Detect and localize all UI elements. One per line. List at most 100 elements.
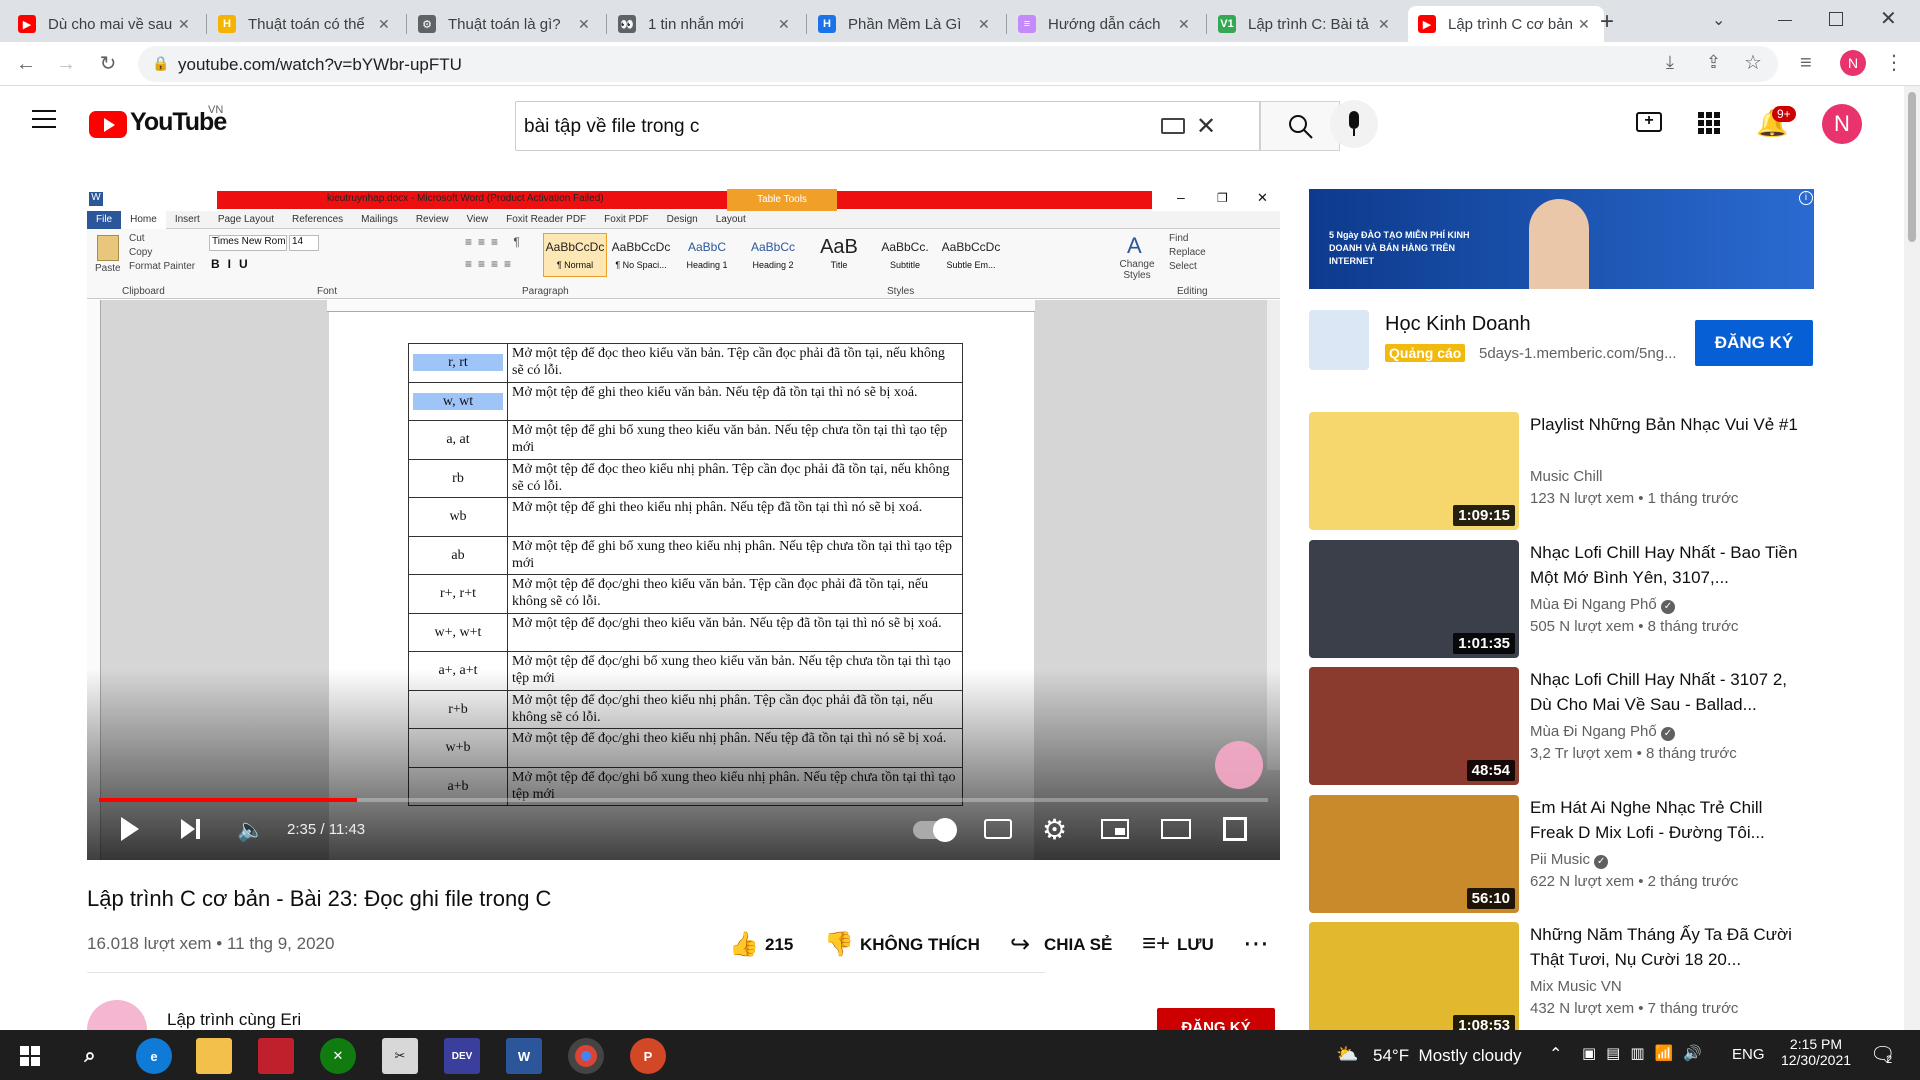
browser-tab[interactable]: ≡ Hướng dẫn cách ✕ [1008,6,1204,42]
hamburger-menu-icon[interactable] [32,110,56,128]
search-button[interactable] [1260,101,1340,151]
reading-list-icon[interactable]: ≡ [1800,52,1812,75]
clock[interactable]: 2:15 PM 12/30/2021 [1776,1036,1856,1068]
keyboard-icon[interactable] [1161,118,1185,134]
search-input[interactable]: bài tập về file trong c [524,116,699,138]
share-icon[interactable]: ⇪ [1706,52,1721,73]
recommended-video-title[interactable]: Nhạc Lofi Chill Hay Nhất - Bao Tiền Một … [1530,540,1810,590]
settings-gear-icon[interactable]: ⚙ [1042,813,1067,846]
file-explorer-icon[interactable] [196,1038,232,1074]
dev-cpp-icon[interactable]: DEV [444,1038,480,1074]
tab-close-icon[interactable]: ✕ [1378,16,1394,33]
back-icon[interactable]: ← [14,52,38,76]
account-avatar[interactable]: N [1822,104,1862,144]
xbox-icon[interactable]: ✕ [320,1038,356,1074]
volume-icon[interactable]: 🔈 [237,817,264,843]
tab-close-icon[interactable]: ✕ [178,16,194,33]
dislike-button[interactable]: KHÔNG THÍCH [860,935,980,955]
word-taskbar-icon[interactable]: W [506,1038,542,1074]
chrome-menu-icon[interactable]: ⋮ [1884,50,1904,75]
ad-title[interactable]: Học Kinh Doanh [1385,313,1531,336]
new-tab-button[interactable]: + [1600,8,1614,36]
tab-close-icon[interactable]: ✕ [978,16,994,33]
tray-icons[interactable]: ▣▤▥📶🔊 [1582,1044,1712,1062]
address-bar[interactable]: 🔒 youtube.com/watch?v=bYWbr-upFTU ⤓ ⇪ ☆ [138,46,1778,82]
share-button[interactable]: CHIA SẺ [1044,935,1112,955]
recommended-channel[interactable]: Pii Music ✓ [1530,851,1609,869]
ad-url[interactable]: 5days-1.memberic.com/5ng... [1479,345,1677,362]
autoplay-toggle[interactable] [913,818,957,842]
weather-icon[interactable]: ⛅ [1336,1044,1358,1065]
video-thumbnail[interactable]: 1:08:53 [1309,922,1519,1040]
save-button[interactable]: LƯU [1177,935,1214,955]
reload-icon[interactable]: ↻ [96,52,120,76]
recommended-video[interactable]: 48:54 Nhạc Lofi Chill Hay Nhất - 3107 2, … [1309,667,1819,785]
more-actions-icon[interactable]: ⋯ [1243,928,1269,959]
voice-search-button[interactable] [1330,100,1378,148]
chrome-taskbar-icon[interactable] [568,1038,604,1074]
recommended-video-title[interactable]: Những Năm Tháng Ấy Ta Đã Cười Thật Tươi,… [1530,922,1810,972]
search-taskbar-icon[interactable]: ⌕ [72,1038,108,1074]
play-icon[interactable] [121,817,139,841]
miniplayer-icon[interactable] [1101,819,1129,839]
browser-tab[interactable]: ⚙ Thuật toán là gì? ✕ [408,6,604,42]
like-icon[interactable]: 👍 [729,930,759,959]
video-player[interactable]: W kieutruynhap.docx - Microsoft Word (Pr… [87,189,1280,860]
video-thumbnail[interactable]: 1:01:35 [1309,539,1519,658]
fullscreen-icon[interactable] [1223,817,1247,841]
theater-mode-icon[interactable] [1161,819,1191,839]
progress-bar[interactable] [99,798,1268,802]
recommended-video[interactable]: 1:09:15 Playlist Những Bản Nhạc Vui Vẻ #1… [1309,412,1819,530]
channel-watermark[interactable] [1215,741,1263,789]
browser-tab[interactable]: V1 Lập trình C: Bài tả ✕ [1208,6,1404,42]
channel-name[interactable]: Lập trình cùng Eri [167,1010,301,1030]
browser-tab[interactable]: H Phần Mềm Là Gì ✕ [808,6,1004,42]
tray-chevron-icon[interactable]: ⌃ [1549,1044,1562,1064]
app-red-icon[interactable] [258,1038,294,1074]
browser-tab[interactable]: ▶ Dù cho mai về sau ✕ [8,6,204,42]
weather-text[interactable]: 54°F Mostly cloudy [1373,1046,1522,1066]
browser-tab[interactable]: H Thuật toán có thể ✕ [208,6,404,42]
windows-start-icon[interactable] [12,1038,48,1074]
recommended-channel[interactable]: Music Chill [1530,468,1603,485]
tab-close-icon[interactable]: ✕ [1578,16,1594,33]
video-thumbnail[interactable]: 1:09:15 [1309,412,1519,530]
install-icon[interactable]: ⤓ [1666,52,1674,73]
tab-close-icon[interactable]: ✕ [578,16,594,33]
minimize-icon[interactable] [1778,20,1792,21]
browser-tab[interactable]: ▶ Lập trình C cơ bản ✕ [1408,6,1604,42]
subtitles-icon[interactable] [984,819,1012,839]
tab-close-icon[interactable]: ✕ [778,16,794,33]
like-count[interactable]: 215 [765,935,793,955]
ad-banner[interactable]: 5 Ngày ĐÀO TẠO MIỄN PHÍ KINH DOANH VÀ BÁ… [1309,189,1814,289]
recommended-video-title[interactable]: Em Hát Ai Nghe Nhạc Trẻ Chill Freak D Mi… [1530,795,1810,845]
create-video-icon[interactable]: + [1636,112,1662,132]
page-scrollbar[interactable] [1904,86,1920,1030]
restore-icon[interactable] [1829,12,1843,26]
window-close-icon[interactable]: ✕ [1880,6,1897,31]
powerpoint-taskbar-icon[interactable]: P [630,1038,666,1074]
input-language[interactable]: ENG [1732,1046,1765,1063]
tab-close-icon[interactable]: ✕ [1178,16,1194,33]
bookmark-star-icon[interactable]: ☆ [1744,50,1762,75]
search-box[interactable]: bài tập về file trong c ✕ [515,101,1260,151]
recommended-video[interactable]: 1:08:53 Những Năm Tháng Ấy Ta Đã Cười Thậ… [1309,922,1819,1040]
forward-icon[interactable]: → [54,52,78,76]
browser-tab[interactable]: 👀 1 tin nhắn mới ✕ [608,6,804,42]
save-playlist-icon[interactable]: ≡+ [1142,930,1170,958]
tab-close-icon[interactable]: ✕ [378,16,394,33]
recommended-video[interactable]: 1:01:35 Nhạc Lofi Chill Hay Nhất - Bao Ti… [1309,539,1819,658]
recommended-channel[interactable]: Mùa Đi Ngang Phố ✓ [1530,596,1675,614]
recommended-channel[interactable]: Mùa Đi Ngang Phố ✓ [1530,723,1675,741]
clear-search-icon[interactable]: ✕ [1196,112,1216,141]
profile-avatar[interactable]: N [1840,50,1866,76]
video-thumbnail[interactable]: 48:54 [1309,667,1519,785]
apps-grid-icon[interactable] [1698,112,1720,134]
share-arrow-icon[interactable]: ↪ [1010,930,1030,959]
recommended-video[interactable]: 56:10 Em Hát Ai Nghe Nhạc Trẻ Chill Freak… [1309,794,1819,913]
recommended-video-title[interactable]: Nhạc Lofi Chill Hay Nhất - 3107 2, Dù Ch… [1530,667,1810,717]
ad-info-icon[interactable]: i [1799,191,1813,205]
video-thumbnail[interactable]: 56:10 [1309,794,1519,913]
snipping-tool-icon[interactable]: ✂ [382,1038,418,1074]
youtube-logo-icon[interactable] [89,111,127,138]
